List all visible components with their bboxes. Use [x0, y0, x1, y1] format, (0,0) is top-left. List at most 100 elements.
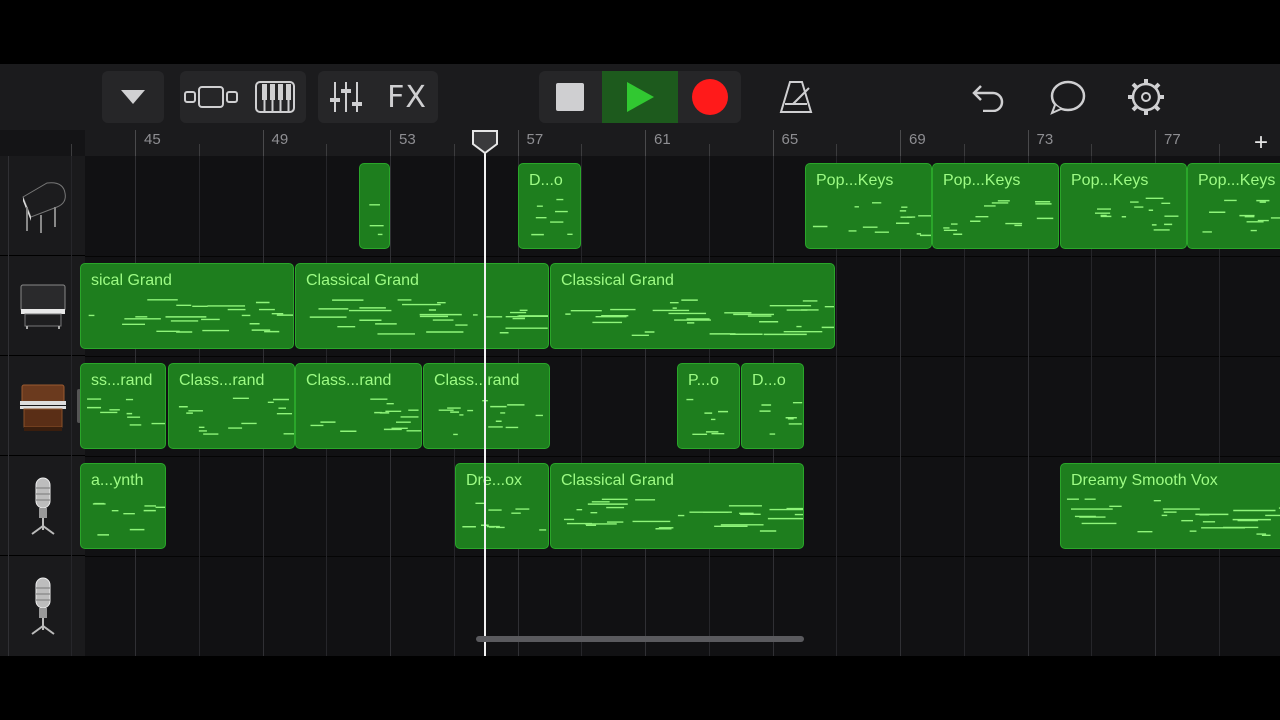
- midi-notes: [309, 299, 548, 335]
- midi-notes: [686, 398, 729, 435]
- region[interactable]: ss...rand: [80, 363, 166, 449]
- ruler-tick: [262, 130, 264, 156]
- garageband-app: FX 45 49 53 57 61 65 69 73 77 + D...o Po…: [0, 64, 1280, 656]
- stop-icon: [556, 83, 584, 111]
- track-header-upright-piano[interactable]: [0, 256, 85, 356]
- ruler-label: 49: [271, 131, 289, 148]
- add-section-button[interactable]: +: [1254, 130, 1268, 156]
- region[interactable]: P...o: [677, 363, 740, 449]
- midi-notes: [88, 299, 293, 333]
- metronome-button[interactable]: [770, 71, 822, 123]
- ruler-minor-tick: [453, 144, 455, 156]
- track-view-icon: [184, 86, 238, 108]
- record-icon: [692, 79, 728, 115]
- upright-piano-icon: [20, 284, 65, 329]
- midi-notes: [438, 399, 543, 436]
- ruler-tick: [390, 130, 391, 156]
- track-header-organ[interactable]: [0, 356, 85, 456]
- region[interactable]: Classical Grand: [550, 463, 804, 549]
- region[interactable]: [359, 163, 390, 249]
- track-view-button[interactable]: [180, 71, 242, 123]
- midi-notes: [462, 502, 547, 531]
- loop-button[interactable]: [1042, 71, 1094, 123]
- organ-icon: [19, 384, 66, 431]
- region[interactable]: sical Grand: [80, 263, 294, 349]
- region[interactable]: Classical Grand: [295, 263, 549, 349]
- region[interactable]: Class...rand: [295, 363, 422, 449]
- ruler-minor-tick: [1218, 144, 1220, 156]
- region[interactable]: Class...rand: [168, 363, 295, 449]
- ruler-minor-tick: [326, 144, 328, 156]
- horizontal-scrollbar[interactable]: [476, 636, 804, 642]
- grid-line: [71, 156, 73, 656]
- ruler-tick: [1155, 130, 1156, 156]
- midi-notes: [92, 502, 165, 536]
- fx-button[interactable]: FX: [376, 71, 438, 123]
- ruler-label: 61: [654, 131, 671, 148]
- region[interactable]: Dre...ox: [455, 463, 549, 549]
- midi-notes: [565, 299, 834, 337]
- transport-group: [539, 71, 741, 123]
- region[interactable]: Pop...Keys: [1060, 163, 1187, 249]
- timeline-ruler[interactable]: 45 49 53 57 61 65 69 73 77: [71, 130, 1280, 156]
- region[interactable]: a...ynth: [80, 463, 166, 549]
- tracks-dropdown-button[interactable]: [102, 71, 164, 123]
- settings-icon: [1128, 79, 1164, 115]
- record-button[interactable]: [679, 71, 741, 123]
- midi-notes: [1094, 197, 1179, 231]
- midi-notes: [563, 498, 803, 532]
- ruler-minor-tick: [1091, 144, 1093, 156]
- midi-notes: [759, 402, 803, 435]
- midi-notes: [943, 200, 1054, 235]
- midi-notes: [531, 198, 573, 236]
- ruler-tick: [772, 130, 774, 156]
- track-header-microphone-1[interactable]: [0, 456, 85, 556]
- mixer-icon: [330, 82, 362, 112]
- grid-line: [645, 156, 646, 656]
- region[interactable]: Dreamy Smooth Vox: [1060, 463, 1280, 549]
- ruler-minor-tick: [963, 144, 965, 156]
- undo-icon: [972, 85, 1004, 112]
- mixer-button[interactable]: [318, 71, 374, 123]
- ruler-label: 69: [909, 131, 926, 148]
- playhead[interactable]: [472, 130, 498, 656]
- settings-button[interactable]: [1120, 71, 1172, 123]
- ruler-label: 73: [1036, 131, 1054, 148]
- ruler-label: 57: [526, 131, 544, 148]
- tracks-dropdown-icon: [121, 90, 145, 104]
- track-headers: [0, 156, 85, 656]
- undo-button[interactable]: [962, 71, 1014, 123]
- tracks-menu-group: [102, 71, 164, 123]
- play-icon: [627, 82, 654, 112]
- ruler-tick: [645, 130, 646, 156]
- region[interactable]: Class...rand: [423, 363, 550, 449]
- region[interactable]: Pop...Keys: [1187, 163, 1280, 249]
- stop-button[interactable]: [539, 71, 601, 123]
- play-button[interactable]: [602, 71, 678, 123]
- microphone-icon: [30, 577, 55, 635]
- region[interactable]: Pop...Keys: [932, 163, 1059, 249]
- view-group: [180, 71, 306, 123]
- midi-notes: [1202, 199, 1280, 233]
- region[interactable]: D...o: [741, 363, 804, 449]
- ruler-label: 53: [399, 131, 416, 148]
- midi-notes: [812, 202, 931, 237]
- tracks-area[interactable]: D...o Pop...Keys Pop...Keys Pop...Keys Pop..…: [7, 156, 1280, 656]
- midi-notes: [310, 398, 421, 432]
- track-header-microphone-2[interactable]: [0, 556, 85, 655]
- region[interactable]: Pop...Keys: [805, 163, 932, 249]
- ruler-minor-tick: [581, 144, 583, 156]
- region[interactable]: D...o: [518, 163, 581, 249]
- grand-piano-icon: [21, 181, 66, 233]
- region[interactable]: Classical Grand: [550, 263, 835, 349]
- track-header-grand-piano[interactable]: [0, 156, 85, 256]
- playhead-handle-icon: [472, 130, 498, 154]
- keyboard-button[interactable]: [244, 71, 306, 123]
- toolbar: FX: [0, 64, 1280, 130]
- ruler-tick: [1027, 130, 1029, 156]
- fx-label: FX: [387, 79, 427, 115]
- grid-line: [581, 156, 583, 656]
- ruler-label: 77: [1164, 131, 1181, 148]
- mix-group: FX: [318, 71, 438, 123]
- ruler-minor-tick: [836, 144, 838, 156]
